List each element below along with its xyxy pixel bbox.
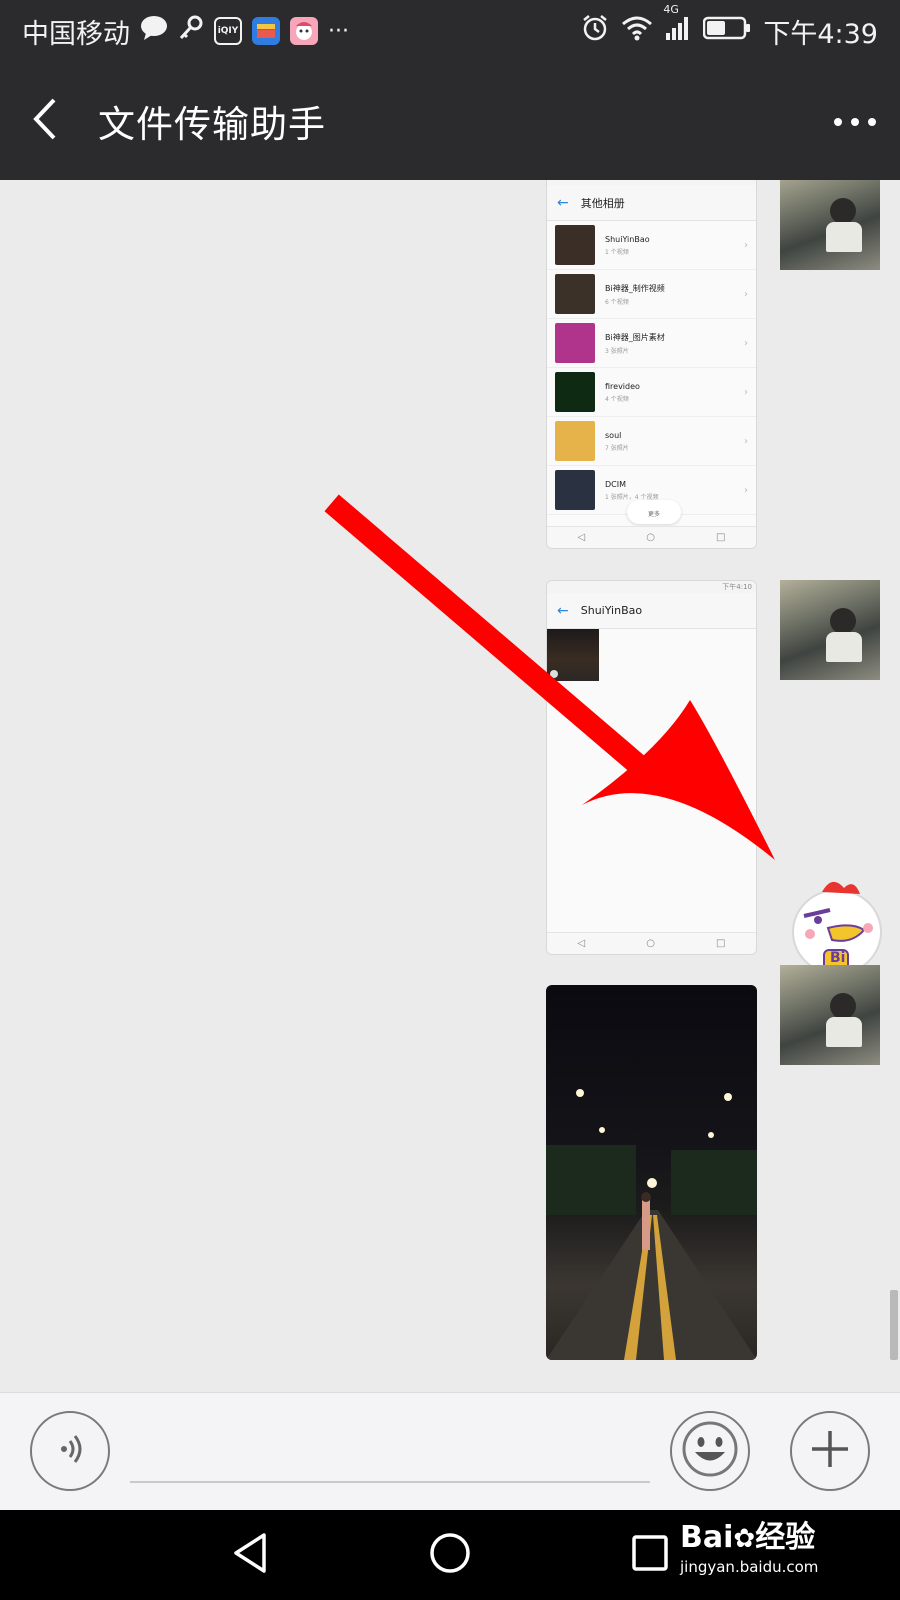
emoji-button[interactable] [670,1411,750,1491]
more-notifications-icon: ··· [328,18,349,44]
chevron-right-icon: › [744,337,748,349]
sticker-label: Bi [830,950,846,966]
key-icon [178,15,204,48]
cartoon-app-icon [290,17,318,45]
page-title: 文件传输助手 [98,103,326,146]
iqiyi-icon: iQIY [214,17,242,45]
album-count: 3 张照片 [605,347,629,355]
input-bar [0,1392,900,1510]
avatar-shirt [826,632,862,662]
plus-button[interactable] [790,1411,870,1491]
iqiyi-label: iQIY [217,26,239,36]
scrollbar-thumb[interactable] [890,1290,898,1360]
chevron-right-icon: › [744,239,748,251]
avatar-shirt [826,222,862,252]
nav-recents-icon [630,1533,670,1577]
album-thumbnail [555,323,595,363]
wifi-icon [621,15,653,48]
album-count: 6 个视频 [605,298,629,306]
voice-icon [50,1429,90,1473]
album-meta: Bi神器_图片素材 3 张照片 [605,332,744,355]
album-thumbnail [555,225,595,265]
mini-title: 其他相册 [580,196,625,210]
network-label: 4G [663,2,679,16]
alarm-icon [581,14,609,49]
album-meta: soul 7 张照片 [605,431,744,452]
avatar[interactable] [780,180,880,270]
album-thumbnail [555,421,595,461]
nav-back-button[interactable] [195,1510,305,1600]
chevron-right-icon: › [744,288,748,300]
album-list: ShuiYinBao 1 个视频 › Bi神器_制作视频 6 个视频 › Bi神器_图片素材… [547,221,756,515]
album-meta: ShuiYinBao 1 个视频 [605,235,744,256]
album-count: 7 张照片 [605,444,629,452]
nav-back-icon [230,1531,270,1579]
watermark-brand-cn: 经验 [755,1520,816,1555]
baidu-watermark: Bai✿经验 jingyan.baidu.com [680,1512,890,1592]
more-dots-icon [833,112,877,131]
album-count: 1 个视频 [605,248,629,256]
mini-back-arrow-icon: ← [557,194,569,211]
avatar-face [830,993,856,1019]
mini-nav-home-icon: ○ [646,938,655,949]
album-meta: Bi神器_制作视频 6 个视频 [605,283,744,306]
album-name: Bi神器_制作视频 [605,283,665,293]
image-message-night-road[interactable] [546,985,757,1360]
nav-home-icon [428,1531,472,1579]
carrier-label: 中国移动 [22,18,130,50]
chevron-left-icon [30,97,60,145]
status-bar: 中国移动 iQIY ··· 4G 下午4:39 [0,0,900,62]
message-input[interactable] [130,1421,650,1483]
avatar-face [830,198,856,224]
watermark-url: jingyan.baidu.com [680,1558,819,1576]
nav-home-button[interactable] [395,1510,505,1600]
voice-button[interactable] [30,1411,110,1491]
annotation-arrow [324,494,775,860]
more-button[interactable] [810,62,900,180]
status-left: 中国移动 iQIY ··· [22,12,349,51]
album-row: soul 7 张照片 › [547,417,756,466]
sticker-bi-chick: Bi [782,870,892,980]
avatar[interactable] [780,965,880,1065]
album-thumbnail [555,274,595,314]
avatar-face [830,608,856,634]
album-name: DCIM [605,479,627,489]
mini-header: ← 其他相册 [547,185,756,221]
title-bar: 文件传输助手 [0,62,900,180]
chat-bubble-icon [140,15,168,48]
album-row: Bi神器_制作视频 6 个视频 › [547,270,756,319]
watermark-brand: Bai [680,1520,734,1555]
avatar-shirt [826,1017,862,1047]
wallet-app-icon [252,17,280,45]
album-thumbnail [555,372,595,412]
back-button[interactable] [0,62,90,180]
mini-nav-back-icon: ◁ [577,938,586,949]
chevron-right-icon: › [744,435,748,447]
emoji-icon [680,1419,740,1483]
album-name: ShuiYinBao [605,234,650,244]
album-meta: firevideo 4 个视频 [605,382,744,403]
chat-area[interactable]: ← 其他相册 ShuiYinBao 1 个视频 › Bi神器_制作视频 6 个视频 › Bi… [0,180,900,1392]
album-row: Bi神器_图片素材 3 张照片 › [547,319,756,368]
mini-nav-bar: ◁ ○ □ [547,932,756,954]
status-right: 4G 下午4:39 [581,3,878,51]
night-road-scene [546,1089,757,1360]
album-count: 4 个视频 [605,395,629,403]
signal-icon: 4G [663,3,691,48]
battery-icon [703,16,751,47]
time-label: 下午4:39 [763,18,878,50]
album-row: ShuiYinBao 1 个视频 › [547,221,756,270]
plus-icon [808,1427,852,1475]
album-name: Bi神器_图片素材 [605,332,665,342]
album-row: firevideo 4 个视频 › [547,368,756,417]
watermark-brand-line: Bai✿经验 [680,1512,890,1556]
paw-icon: ✿ [733,1524,756,1554]
mini-nav-recents-icon: □ [716,938,726,949]
album-name: soul [605,430,622,440]
album-name: firevideo [605,381,640,391]
chevron-right-icon: › [744,386,748,398]
